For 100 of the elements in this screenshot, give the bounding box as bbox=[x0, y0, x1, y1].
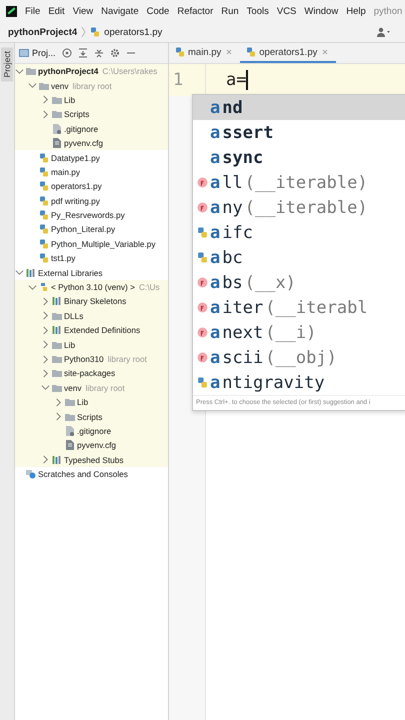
expand-all-icon bbox=[78, 48, 88, 58]
tree-item[interactable]: Python310 library root bbox=[15, 352, 168, 366]
menu-item[interactable]: File bbox=[25, 6, 40, 16]
tree-item[interactable]: < Python 3.10 (venv) > C:\Us bbox=[15, 280, 168, 294]
app-logo-icon bbox=[6, 6, 17, 16]
user-icon bbox=[376, 27, 390, 37]
function-icon bbox=[197, 277, 208, 288]
tree-item[interactable]: site-packages bbox=[15, 366, 168, 381]
config-file-icon bbox=[52, 138, 62, 148]
completion-item[interactable]: a bc bbox=[193, 245, 405, 270]
tree-item[interactable]: Py_Resrvewords.py bbox=[15, 208, 168, 222]
folder-icon bbox=[52, 368, 62, 378]
folder-icon bbox=[65, 412, 75, 422]
python-file-icon bbox=[39, 224, 49, 234]
module-icon bbox=[197, 377, 208, 388]
chevron-right-icon bbox=[41, 455, 50, 464]
completion-item[interactable]: a iter(__iterabl bbox=[193, 295, 405, 320]
tree-item[interactable]: tst1.py bbox=[15, 251, 168, 266]
tree-item[interactable]: Binary Skeletons bbox=[15, 294, 168, 309]
user-button[interactable] bbox=[375, 26, 391, 38]
tree-item[interactable]: pyvenv.cfg bbox=[15, 136, 168, 150]
completion-item[interactable]: a ifc bbox=[193, 220, 405, 245]
menu-item[interactable]: Refactor bbox=[177, 6, 214, 16]
python-file-icon bbox=[246, 47, 256, 57]
tree-item[interactable]: pyvenv.cfg bbox=[15, 438, 168, 453]
python-file-icon bbox=[39, 166, 49, 177]
python-file-icon bbox=[39, 210, 49, 220]
function-icon bbox=[197, 327, 208, 338]
menu-item[interactable]: VCS bbox=[276, 6, 296, 16]
menu-item[interactable]: Tools bbox=[246, 6, 269, 16]
tree-item[interactable]: Extended Definitions bbox=[15, 323, 168, 338]
completion-item[interactable]: a ll(__iterable) bbox=[193, 170, 405, 195]
completion-item[interactable]: a nd bbox=[193, 95, 405, 120]
collapse-all-icon bbox=[94, 48, 104, 58]
menu-item[interactable]: Edit bbox=[48, 6, 65, 16]
tree-item[interactable]: Python_Multiple_Variable.py bbox=[15, 236, 168, 252]
line-number: 1 bbox=[172, 70, 184, 90]
tree-item[interactable]: Python_Literal.py bbox=[15, 222, 168, 237]
completion-item[interactable]: a ny(__iterable) bbox=[193, 195, 405, 220]
module-icon bbox=[197, 252, 208, 263]
ignore-file-icon bbox=[52, 124, 62, 134]
menu-item[interactable]: Window bbox=[304, 6, 338, 16]
folder-icon bbox=[39, 80, 49, 91]
breadcrumb-item[interactable]: operators1.py bbox=[104, 26, 162, 38]
python-file-icon bbox=[39, 238, 49, 249]
tree-item[interactable]: venv library root bbox=[15, 78, 168, 93]
tree-item[interactable]: pdf writing.py bbox=[15, 194, 168, 208]
tree-item[interactable]: Datatype1.py bbox=[15, 150, 168, 165]
side-tab[interactable]: Project bbox=[1, 47, 13, 82]
editor-tab[interactable]: main.py bbox=[169, 43, 240, 63]
library-icon bbox=[52, 296, 62, 306]
python-logo-icon bbox=[39, 282, 49, 292]
tree-item[interactable]: Lib bbox=[15, 337, 168, 352]
python-file-icon bbox=[39, 181, 49, 192]
tree-item[interactable]: pythonProject4 C:\Users\rakes bbox=[15, 64, 168, 78]
folder-icon bbox=[65, 397, 75, 408]
tree-item[interactable]: Typeshed Stubs bbox=[15, 452, 168, 467]
menu-item[interactable]: Navigate bbox=[101, 6, 139, 16]
tree-item[interactable]: operators1.py bbox=[15, 179, 168, 194]
tree-item[interactable]: .gitignore bbox=[15, 424, 168, 438]
tree-item[interactable]: External Libraries bbox=[15, 265, 168, 280]
folder-icon bbox=[52, 94, 62, 105]
tree-item[interactable]: Lib bbox=[15, 394, 168, 410]
tree-item[interactable]: DLLs bbox=[15, 308, 168, 324]
python-file-icon bbox=[39, 152, 49, 163]
python-file-icon bbox=[175, 47, 185, 57]
completion-item[interactable]: a bs(__x) bbox=[193, 270, 405, 295]
completion-item[interactable]: a scii(__obj) bbox=[193, 345, 405, 370]
close-icon bbox=[320, 47, 330, 57]
tree-item[interactable]: Lib bbox=[15, 92, 168, 108]
folder-icon bbox=[52, 382, 62, 393]
menu-item[interactable]: Code bbox=[146, 6, 170, 16]
menu-item[interactable]: View bbox=[72, 6, 94, 16]
completion-item[interactable]: a next(__i) bbox=[193, 320, 405, 345]
function-icon bbox=[197, 202, 208, 213]
panel-title[interactable]: Proj... bbox=[19, 48, 56, 58]
folder-icon bbox=[52, 340, 62, 350]
tree-item[interactable]: venv library root bbox=[15, 380, 168, 395]
library-icon bbox=[52, 325, 62, 336]
tree-item[interactable]: main.py bbox=[15, 164, 168, 180]
close-icon bbox=[224, 47, 234, 57]
breadcrumb-item[interactable]: pythonProject4 bbox=[8, 26, 78, 38]
ignore-file-icon bbox=[65, 426, 75, 436]
python-file-icon bbox=[39, 253, 49, 264]
menu-item[interactable]: Help bbox=[346, 6, 366, 16]
folder-icon bbox=[26, 66, 36, 76]
menu-item[interactable]: Run bbox=[221, 6, 239, 16]
completion-item[interactable]: a sync bbox=[193, 145, 405, 170]
tree-item[interactable]: Scratches and Consoles bbox=[15, 466, 168, 482]
library-icon bbox=[52, 454, 62, 465]
completion-item[interactable]: a ssert bbox=[193, 120, 405, 145]
folder-icon bbox=[52, 109, 62, 120]
completion-item[interactable]: a ntigravity bbox=[193, 370, 405, 395]
tree-item[interactable]: Scripts bbox=[15, 107, 168, 122]
folder-icon bbox=[52, 354, 62, 364]
python-file-icon bbox=[90, 27, 100, 37]
tree-item[interactable]: .gitignore bbox=[15, 122, 168, 136]
tree-item[interactable]: Scripts bbox=[15, 409, 168, 424]
function-icon bbox=[197, 177, 208, 188]
window-icon bbox=[19, 48, 29, 58]
